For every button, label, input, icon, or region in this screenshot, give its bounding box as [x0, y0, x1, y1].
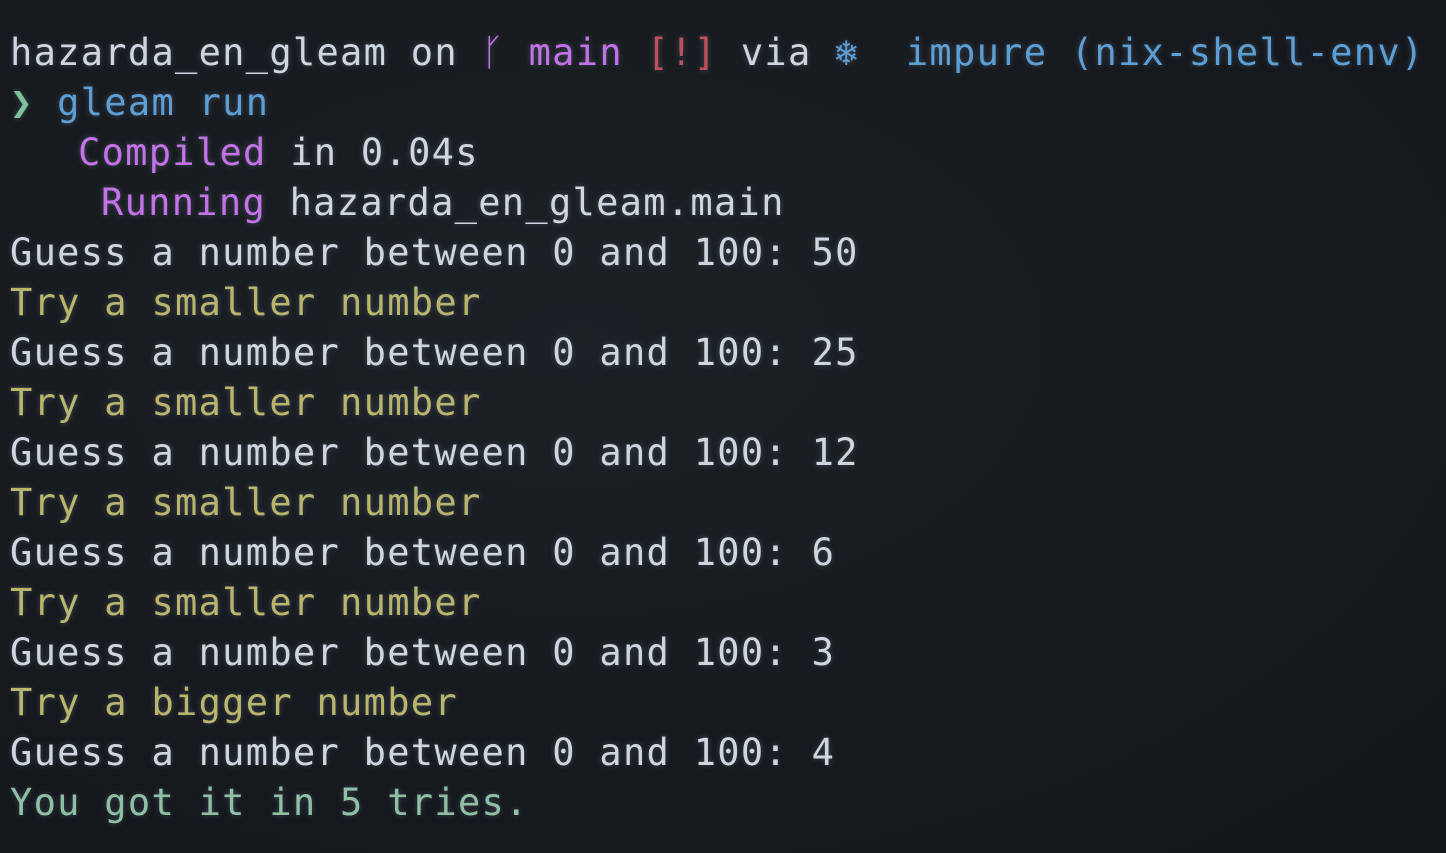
running-module: hazarda_en_gleam.main — [289, 181, 785, 224]
terminal-window[interactable]: hazarda_en_gleam on ᚴ main [!] via ❄ imp… — [0, 0, 1446, 853]
output-line: Guess a number between 0 and 100: 4 — [10, 731, 836, 774]
output-line: Guess a number between 0 and 100: 3 — [10, 631, 836, 674]
compiled-time: in 0.04s — [290, 131, 479, 174]
output-line: Try a smaller number — [10, 581, 482, 624]
prompt-on-label: on — [410, 31, 458, 74]
output-line: Guess a number between 0 and 100: 50 — [10, 231, 859, 274]
prompt-chevron-icon: ❯ — [10, 81, 34, 124]
output-line: Try a smaller number — [10, 381, 482, 424]
prompt-directory: hazarda_en_gleam — [10, 31, 388, 74]
running-label: Running — [101, 181, 267, 224]
compiled-label: Compiled — [78, 131, 267, 174]
output-line: Guess a number between 0 and 100: 6 — [10, 531, 836, 574]
output-line: Try a bigger number — [10, 681, 458, 724]
git-branch-name: main — [528, 31, 623, 74]
nix-shell-env: impure (nix-shell-env) — [905, 31, 1425, 74]
running-line: Running hazarda_en_gleam.main — [10, 178, 1446, 228]
output-line: Guess a number between 0 and 100: 25 — [10, 331, 859, 374]
compiled-line: Compiled in 0.04s — [10, 128, 1446, 178]
git-branch-icon: ᚴ — [481, 31, 506, 74]
output-line: Try a smaller number — [10, 481, 482, 524]
prompt-line: hazarda_en_gleam on ᚴ main [!] via ❄ imp… — [10, 28, 1446, 78]
output-line: Guess a number between 0 and 100: 12 — [10, 431, 859, 474]
git-status-badge: [!] — [646, 31, 718, 74]
success-line: You got it in 5 tries. — [10, 781, 529, 824]
command-line[interactable]: ❯ gleam run — [10, 78, 1446, 128]
command-text: gleam run — [57, 81, 270, 124]
output-line: Try a smaller number — [10, 281, 482, 324]
nix-snowflake-icon: ❄ — [835, 31, 859, 74]
prompt-via-label: via — [740, 31, 812, 74]
